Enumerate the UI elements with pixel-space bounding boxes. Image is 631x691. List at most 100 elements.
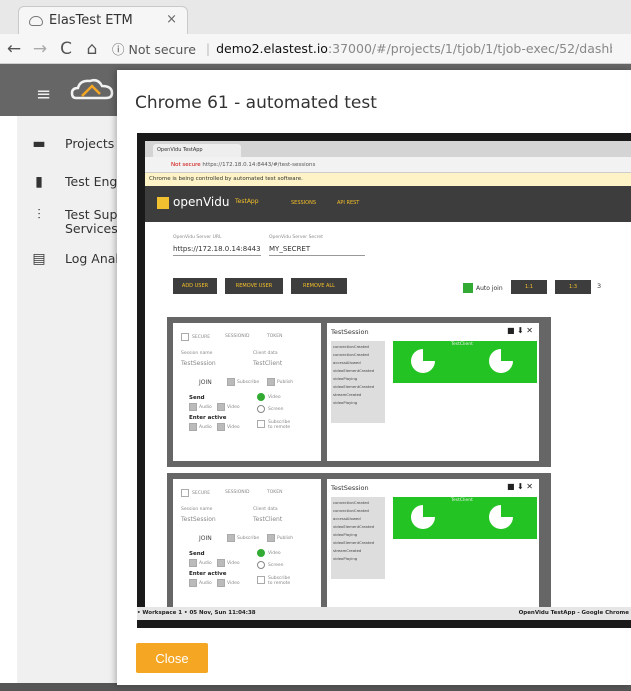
sidebar-item-test-support-services[interactable]: ⫶ Test Support Services bbox=[17, 208, 117, 236]
session-output: TestSession ■ ⬇ ✕ connectionCreated conn… bbox=[327, 323, 539, 461]
remote-security: Not secure bbox=[171, 162, 201, 168]
video-label: TestClient bbox=[451, 342, 473, 347]
send-audio-label: Audio bbox=[199, 405, 212, 410]
send-video-checkbox bbox=[217, 403, 225, 411]
enter-active-label: Enter active bbox=[189, 415, 227, 421]
event-list: connectionCreated connectionCreated acce… bbox=[331, 341, 385, 423]
client-data-field: TestClient bbox=[253, 360, 283, 367]
server-url-field: https://172.18.0.14:8443 bbox=[173, 245, 261, 256]
elastest-logo bbox=[70, 78, 114, 100]
session-controls-icon: ■ ⬇ ✕ bbox=[506, 482, 533, 491]
event-item: videoElementCreated bbox=[333, 524, 375, 529]
event-item: connectionCreated bbox=[333, 508, 369, 513]
session-config: SECURE SESSIONID TOKEN Session name Test… bbox=[173, 323, 321, 461]
security-indicator[interactable]: ⓘ Not secure bbox=[112, 39, 196, 58]
remote-taskbar: • Workspace 1 • 05 Nov, Sun 11:04:38 Ope… bbox=[137, 607, 631, 620]
subscribe-remote-label: Subscribe to remote bbox=[268, 420, 291, 430]
join-button: JOIN bbox=[199, 379, 212, 386]
session-name-field: TestSession bbox=[181, 516, 216, 523]
nav-sessions: SESSIONS bbox=[291, 200, 317, 206]
sidebar bbox=[17, 116, 117, 691]
back-button[interactable]: ← bbox=[2, 39, 26, 59]
remote-address-bar: Not secure https://172.18.0.14:8443/#/te… bbox=[145, 157, 631, 173]
publish-label: Publish bbox=[277, 380, 294, 385]
send-label: Send bbox=[189, 395, 205, 401]
secure-label: SECURE bbox=[192, 335, 211, 340]
openvidu-sub: TestApp bbox=[235, 198, 259, 205]
remove-user-button: REMOVE USER bbox=[225, 278, 283, 294]
session-name-label: Session name bbox=[181, 507, 213, 512]
send-video-label: Video bbox=[227, 561, 240, 566]
add-user-button: ADD USER bbox=[173, 278, 217, 294]
address-bar[interactable]: ⓘ Not secure | demo2.elastest.io :37000/… bbox=[112, 38, 612, 60]
menu-icon[interactable]: ≡ bbox=[36, 84, 51, 105]
auto-join-checkbox bbox=[463, 283, 473, 293]
browser-tab[interactable]: ElasTest ETM × bbox=[18, 6, 188, 34]
document-icon: ▤ bbox=[32, 251, 46, 267]
bottle-icon: ▮ bbox=[35, 174, 43, 190]
sidebar-item-label: Test Engines bbox=[65, 175, 117, 189]
send-audio-label: Audio bbox=[199, 561, 212, 566]
active-video-label: Video bbox=[227, 425, 240, 430]
client-data-label: Client data bbox=[253, 507, 278, 512]
sidebar-item-label: Projects bbox=[65, 137, 115, 151]
screen-radio bbox=[257, 561, 265, 569]
publish-label: Publish bbox=[277, 536, 294, 541]
remove-all-button: REMOVE ALL bbox=[291, 278, 347, 294]
enter-active-label: Enter active bbox=[189, 571, 227, 577]
home-button[interactable]: ⌂ bbox=[80, 39, 104, 59]
close-button[interactable]: Close bbox=[136, 643, 208, 673]
workspace-label: • Workspace 1 • 05 Nov, Sun 11:04:38 bbox=[137, 610, 256, 616]
active-audio-checkbox bbox=[189, 579, 197, 587]
active-audio-label: Audio bbox=[199, 425, 212, 430]
event-item: connectionCreated bbox=[333, 344, 369, 349]
tab-close-icon[interactable]: × bbox=[166, 12, 177, 27]
reload-button[interactable]: C bbox=[54, 39, 78, 59]
automation-warning: Chrome is being controlled by automated … bbox=[145, 173, 631, 186]
pacman-icon bbox=[489, 349, 513, 373]
send-video-checkbox bbox=[217, 559, 225, 567]
event-item: streamCreated bbox=[333, 548, 362, 553]
video-stream: TestClient bbox=[393, 497, 537, 539]
subscribe-label: Subscribe bbox=[237, 380, 260, 385]
one-to-many-button: 1:3 bbox=[555, 280, 591, 294]
session-title: TestSession bbox=[331, 328, 369, 336]
send-label: Send bbox=[189, 551, 205, 557]
event-item: videoPlaying bbox=[333, 400, 358, 405]
subscribe-checkbox bbox=[227, 534, 235, 542]
openvidu-brand: openVidu bbox=[173, 195, 230, 209]
publish-checkbox bbox=[267, 534, 275, 542]
video-radio-label: Video bbox=[268, 551, 281, 556]
session-title: TestSession bbox=[331, 484, 369, 492]
session-id-tab: SESSIONID bbox=[225, 334, 250, 339]
remote-tab: OpenVidu TestApp bbox=[153, 144, 241, 157]
secure-checkbox bbox=[181, 333, 189, 341]
sidebar-item-log-analyzer[interactable]: ▤ Log Analyzer bbox=[17, 252, 117, 266]
session-panel: SECURE SESSIONID TOKEN Session name Test… bbox=[167, 473, 551, 615]
screen-radio bbox=[257, 405, 265, 413]
secure-checkbox bbox=[181, 489, 189, 497]
video-radio bbox=[257, 393, 265, 401]
folder-icon: ▬ bbox=[32, 136, 46, 152]
nav-api-rest: API REST bbox=[337, 200, 360, 206]
video-radio bbox=[257, 549, 265, 557]
server-secret-field: MY_SECRET bbox=[269, 245, 365, 256]
subscribe-label: Subscribe bbox=[237, 536, 260, 541]
sidebar-item-projects[interactable]: ▬ Projects bbox=[17, 137, 117, 151]
browser-toolbar: ← → C ⌂ ⓘ Not secure | demo2.elastest.io… bbox=[0, 34, 631, 64]
url-host: demo2.elastest.io bbox=[216, 41, 328, 56]
token-tab: TOKEN bbox=[267, 490, 283, 495]
event-item: videoElementCreated bbox=[333, 540, 375, 545]
tab-title: ElasTest ETM bbox=[49, 13, 133, 28]
user-count: 3 bbox=[597, 282, 602, 290]
session-config: SECURE SESSIONID TOKEN Session name Test… bbox=[173, 479, 321, 615]
remote-url: https://172.18.0.14:8443/#/test-sessions bbox=[202, 162, 316, 168]
event-item: streamCreated bbox=[333, 392, 362, 397]
publish-checkbox bbox=[267, 378, 275, 386]
sidebar-item-test-engines[interactable]: ▮ Test Engines bbox=[17, 175, 117, 189]
window-title: OpenVidu TestApp - Google Chrome bbox=[518, 610, 629, 616]
active-video-label: Video bbox=[227, 581, 240, 586]
event-item: videoPlaying bbox=[333, 532, 358, 537]
forward-button[interactable]: → bbox=[28, 39, 52, 59]
session-name-field: TestSession bbox=[181, 360, 216, 367]
